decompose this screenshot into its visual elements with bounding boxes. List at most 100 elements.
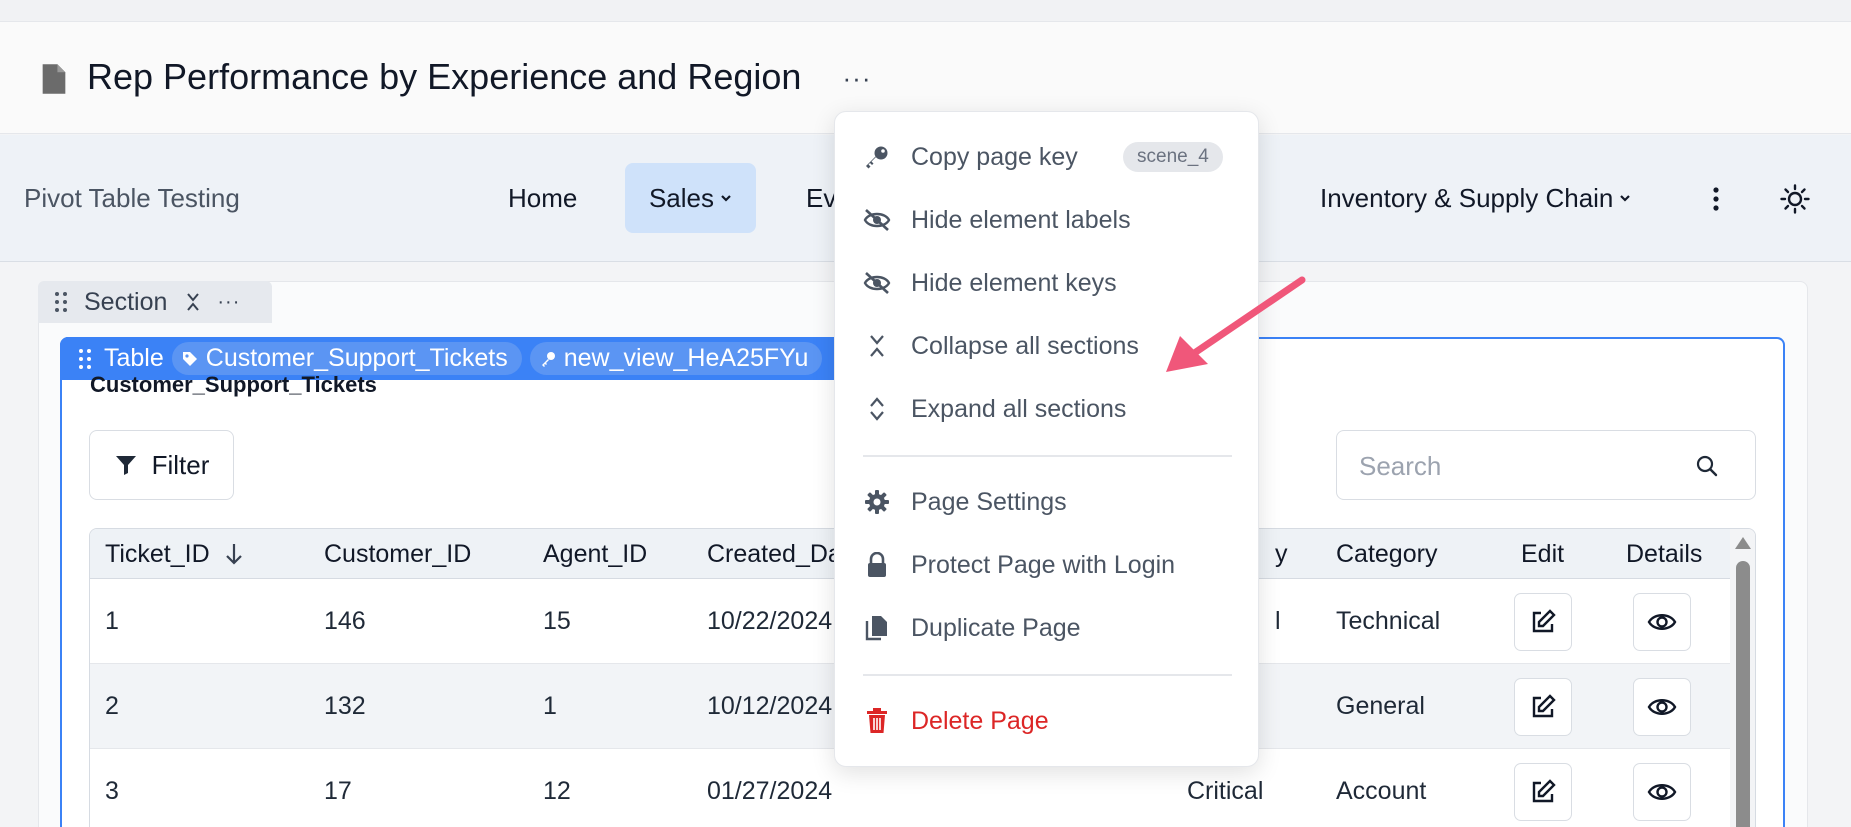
more-vertical-icon[interactable] bbox=[1700, 183, 1732, 215]
filter-icon bbox=[115, 456, 136, 475]
document-icon bbox=[42, 64, 66, 94]
section-label: Section bbox=[84, 287, 168, 316]
edit-icon bbox=[1532, 609, 1556, 633]
table-tag-label: Table bbox=[104, 344, 164, 372]
source-pill-label: Customer_Support_Tickets bbox=[205, 344, 508, 372]
cell-created-date: 10/12/2024 bbox=[707, 692, 833, 720]
view-details-button[interactable] bbox=[1633, 763, 1691, 821]
edit-row-button[interactable] bbox=[1514, 593, 1572, 651]
menu-item-expand-all[interactable]: Expand all sections bbox=[835, 381, 1260, 437]
eye-icon bbox=[1647, 784, 1677, 800]
column-header-details: Details bbox=[1626, 539, 1703, 568]
key-icon bbox=[541, 351, 555, 367]
page-key-badge: scene_4 bbox=[1123, 142, 1223, 172]
menu-item-label: Hide element labels bbox=[911, 205, 1131, 234]
menu-item-label: Delete Page bbox=[911, 706, 1049, 735]
menu-item-label: Hide element keys bbox=[911, 268, 1117, 297]
nav-item-home[interactable]: Home bbox=[486, 163, 599, 233]
nav-item-label: Ev bbox=[806, 182, 834, 213]
chevron-down-icon bbox=[1620, 195, 1631, 202]
annotation-arrow bbox=[1166, 276, 1306, 372]
section-more-button[interactable]: ··· bbox=[217, 291, 240, 314]
filter-button[interactable]: Filter bbox=[89, 430, 234, 500]
nav-item-events[interactable]: Ev bbox=[784, 163, 834, 233]
trash-icon bbox=[863, 707, 891, 735]
table-scrollbar[interactable] bbox=[1730, 529, 1755, 827]
gear-icon bbox=[863, 488, 891, 516]
cell-customer-id: 17 bbox=[324, 777, 352, 805]
edit-icon bbox=[1532, 779, 1556, 803]
menu-divider bbox=[863, 455, 1232, 457]
cell-category: Technical bbox=[1336, 607, 1441, 635]
edit-row-button[interactable] bbox=[1514, 678, 1572, 736]
search-box[interactable] bbox=[1336, 430, 1756, 500]
cell-agent-id: 15 bbox=[543, 607, 571, 635]
view-details-button[interactable] bbox=[1633, 678, 1691, 736]
eye-slash-icon bbox=[863, 269, 891, 297]
column-header-created-date[interactable]: Created_Da bbox=[707, 529, 842, 579]
page-more-button[interactable]: ··· bbox=[840, 63, 874, 93]
app-name[interactable]: Pivot Table Testing bbox=[24, 183, 240, 214]
nav-item-inventory[interactable]: Inventory & Supply Chain bbox=[1320, 163, 1631, 233]
column-header-edit: Edit bbox=[1521, 539, 1565, 568]
cell-agent-id: 12 bbox=[543, 777, 571, 805]
scroll-up-arrow-icon[interactable] bbox=[1735, 537, 1751, 549]
collapse-icon[interactable] bbox=[185, 292, 201, 312]
menu-item-duplicate-page[interactable]: Duplicate Page bbox=[835, 600, 1260, 656]
edit-icon bbox=[1532, 694, 1556, 718]
nav-item-sales[interactable]: Sales bbox=[625, 163, 756, 233]
chevron-down-icon bbox=[721, 195, 731, 202]
nav-item-label: Inventory & Supply Chain bbox=[1320, 182, 1614, 213]
cell-ticket-id: 3 bbox=[105, 777, 119, 805]
view-key-pill[interactable]: new_view_HeA25FYu bbox=[529, 342, 823, 375]
cell-ticket-id: 2 bbox=[105, 692, 119, 720]
expand-icon bbox=[863, 395, 891, 423]
nav-item-label: Sales bbox=[648, 182, 715, 213]
nav-item-label: Home bbox=[508, 182, 578, 213]
cell-agent-id: 1 bbox=[543, 692, 557, 720]
menu-item-label: Expand all sections bbox=[911, 394, 1127, 423]
menu-item-hide-labels[interactable]: Hide element labels bbox=[835, 192, 1260, 248]
drag-handle-icon[interactable] bbox=[54, 291, 68, 313]
menu-item-label: Protect Page with Login bbox=[911, 550, 1176, 579]
column-header-ticket-id[interactable]: Ticket_ID bbox=[105, 529, 244, 579]
page-title: Rep Performance by Experience and Region bbox=[87, 56, 802, 97]
menu-item-delete-page[interactable]: Delete Page bbox=[835, 693, 1260, 749]
view-details-button[interactable] bbox=[1633, 593, 1691, 651]
menu-item-label: Duplicate Page bbox=[911, 613, 1081, 642]
cell-customer-id: 132 bbox=[324, 692, 366, 720]
table-title: Customer_Support_Tickets bbox=[90, 372, 377, 397]
menu-item-label: Collapse all sections bbox=[911, 331, 1139, 360]
cell-category: Account bbox=[1336, 777, 1427, 805]
column-header-priority[interactable]: y bbox=[1275, 529, 1288, 579]
column-header-label: Ticket_ID bbox=[105, 539, 210, 568]
page-options-menu: Copy page key scene_4 Hide element label… bbox=[834, 111, 1259, 767]
eye-icon bbox=[1647, 699, 1677, 715]
scroll-thumb[interactable] bbox=[1736, 561, 1750, 827]
lock-icon bbox=[863, 551, 891, 579]
filter-label: Filter bbox=[151, 449, 210, 480]
cell-created-date: 01/27/2024 bbox=[707, 777, 833, 805]
cell-created-date: 10/22/2024 bbox=[707, 607, 833, 635]
sort-desc-icon[interactable] bbox=[224, 542, 244, 566]
copy-icon bbox=[863, 614, 891, 642]
theme-toggle-sun-icon[interactable] bbox=[1775, 179, 1815, 219]
drag-handle-icon[interactable] bbox=[78, 348, 92, 370]
column-header-category[interactable]: Category bbox=[1336, 529, 1437, 579]
menu-item-page-settings[interactable]: Page Settings bbox=[835, 474, 1260, 530]
menu-item-label: Page Settings bbox=[911, 487, 1067, 516]
search-input[interactable] bbox=[1359, 449, 1659, 483]
section-tab[interactable]: Section ··· bbox=[38, 281, 272, 323]
source-pill[interactable]: Customer_Support_Tickets bbox=[171, 342, 522, 375]
key-icon bbox=[863, 143, 891, 171]
cell-ticket-id: 1 bbox=[105, 607, 119, 635]
cell-priority: l bbox=[1275, 607, 1281, 635]
search-icon[interactable] bbox=[1695, 454, 1719, 478]
column-header-customer-id[interactable]: Customer_ID bbox=[324, 529, 471, 579]
menu-item-copy-page-key[interactable]: Copy page key scene_4 bbox=[835, 129, 1260, 185]
view-key-label: new_view_HeA25FYu bbox=[563, 344, 809, 372]
menu-item-protect-page[interactable]: Protect Page with Login bbox=[835, 537, 1260, 593]
cell-category: General bbox=[1336, 692, 1425, 720]
edit-row-button[interactable] bbox=[1514, 763, 1572, 821]
column-header-agent-id[interactable]: Agent_ID bbox=[543, 529, 647, 579]
